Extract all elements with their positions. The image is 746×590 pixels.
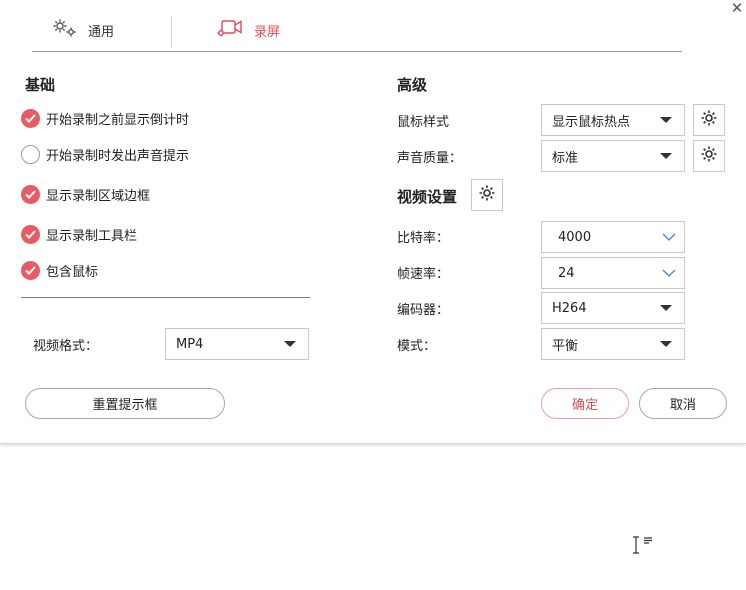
option-label: 开始录制时发出声音提示 — [46, 149, 190, 164]
video-settings-title: 视频设置 — [397, 188, 458, 206]
framerate-combobox[interactable]: 24 — [541, 257, 685, 289]
chevron-down-icon — [662, 266, 676, 281]
mode-value: 平衡 — [552, 338, 579, 354]
audio-quality-label: 声音质量： — [397, 151, 463, 166]
encoder-select[interactable]: H264 — [541, 292, 685, 324]
checkbox-checked-icon[interactable] — [21, 225, 40, 244]
video-format-label: 视频格式： — [33, 339, 99, 354]
close-icon[interactable]: ✕ — [728, 0, 746, 18]
bitrate-combobox[interactable]: 4000 — [541, 221, 685, 253]
option-label: 包含鼠标 — [46, 265, 99, 280]
tab-record[interactable]: 录屏 — [216, 12, 280, 48]
chevron-down-icon — [662, 230, 676, 245]
tab-general[interactable]: 通用 — [52, 12, 114, 48]
mouse-style-label: 鼠标样式 — [397, 115, 450, 130]
checkbox-checked-icon[interactable] — [21, 109, 40, 128]
checkbox-checked-icon[interactable] — [21, 261, 40, 280]
option-label: 显示录制区域边框 — [46, 189, 151, 204]
gears-icon — [52, 18, 88, 42]
option-label: 开始录制之前显示倒计时 — [46, 113, 190, 128]
gear-icon — [700, 109, 718, 131]
checkbox-unchecked-icon[interactable] — [21, 145, 40, 164]
mouse-style-value: 显示鼠标热点 — [552, 114, 631, 130]
text-cursor-icon — [630, 535, 658, 559]
encoder-value: H264 — [552, 300, 587, 316]
mouse-style-select[interactable]: 显示鼠标热点 — [541, 104, 685, 136]
video-format-select[interactable]: MP4 — [165, 328, 309, 360]
settings-dialog: ✕ 通用 录屏 基础 开始录制之前显示倒计时 开始录制时发出声音提示 显示录制区… — [0, 0, 746, 444]
bitrate-value[interactable]: 4000 — [558, 230, 662, 245]
tab-underline — [32, 51, 682, 52]
video-format-value: MP4 — [176, 336, 204, 352]
bitrate-label: 比特率： — [397, 231, 450, 246]
video-settings-button[interactable] — [471, 179, 503, 211]
audio-quality-select[interactable]: 标准 — [541, 140, 685, 172]
tab-record-label: 录屏 — [254, 24, 281, 40]
basic-divider — [21, 297, 310, 298]
mode-select[interactable]: 平衡 — [541, 328, 685, 360]
caret-down-icon — [660, 117, 672, 123]
reset-prompts-button[interactable]: 重置提示框 — [25, 388, 225, 419]
gear-icon — [478, 184, 496, 206]
framerate-value[interactable]: 24 — [558, 266, 662, 281]
option-sound-prompt[interactable]: 开始录制时发出声音提示 — [21, 145, 189, 164]
tab-general-label: 通用 — [88, 24, 115, 40]
audio-quality-settings-button[interactable] — [693, 140, 725, 172]
caret-down-icon — [660, 305, 672, 311]
video-camera-icon — [216, 18, 254, 42]
option-show-border[interactable]: 显示录制区域边框 — [21, 185, 150, 204]
option-show-toolbar[interactable]: 显示录制工具栏 — [21, 225, 137, 244]
gear-icon — [700, 145, 718, 167]
caret-down-icon — [660, 341, 672, 347]
framerate-label: 帧速率： — [397, 267, 450, 282]
caret-down-icon — [660, 153, 672, 159]
ok-button[interactable]: 确定 — [541, 388, 629, 419]
advanced-section-title: 高级 — [397, 76, 428, 94]
tab-divider — [171, 16, 172, 48]
checkbox-checked-icon[interactable] — [21, 185, 40, 204]
option-include-mouse[interactable]: 包含鼠标 — [21, 261, 98, 280]
option-countdown[interactable]: 开始录制之前显示倒计时 — [21, 109, 189, 128]
encoder-label: 编码器： — [397, 303, 450, 318]
mode-label: 模式： — [397, 339, 437, 354]
mouse-style-settings-button[interactable] — [693, 104, 725, 136]
audio-quality-value: 标准 — [552, 150, 579, 166]
caret-down-icon — [284, 341, 296, 347]
cancel-button[interactable]: 取消 — [639, 388, 727, 419]
basic-section-title: 基础 — [25, 76, 56, 94]
option-label: 显示录制工具栏 — [46, 229, 138, 244]
